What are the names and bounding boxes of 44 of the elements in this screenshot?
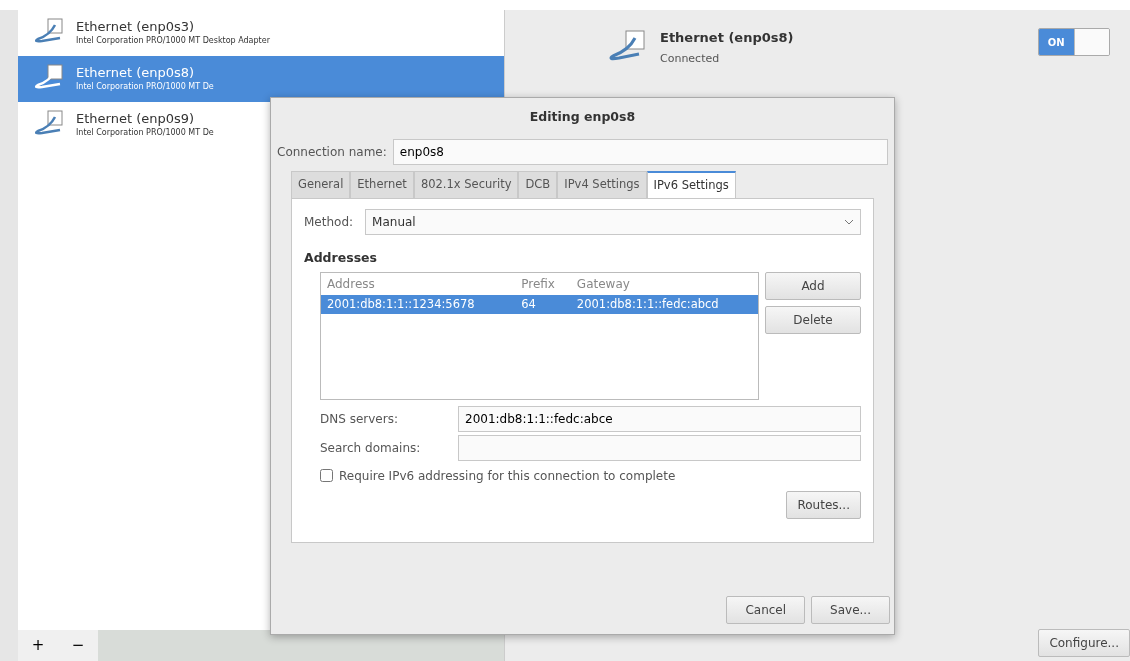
connection-title: Ethernet (enp0s8) xyxy=(660,29,794,47)
section-heading: Addresses xyxy=(304,249,378,267)
toggle-switch[interactable]: ON xyxy=(1038,28,1110,56)
tab[interactable]: Ethernet xyxy=(350,170,414,198)
checkbox-label: Require IPv6 addressing for this connection to complete xyxy=(339,467,676,485)
tab[interactable]: General xyxy=(291,170,351,198)
add-button[interactable]: Add xyxy=(765,271,861,300)
column-header: Prefix xyxy=(515,272,571,295)
checkbox[interactable] xyxy=(320,469,333,483)
adapter-name: Intel Corporation PRO/1000 MT De xyxy=(76,80,214,93)
connection-name-field[interactable]: enp0s8 xyxy=(392,138,888,165)
field-label: Method: xyxy=(304,214,354,231)
chevron-icon xyxy=(844,219,854,225)
dns-field[interactable]: 2001:db8:1:1::fedc:abce xyxy=(458,405,861,432)
save-button[interactable]: Save... xyxy=(811,596,890,624)
connection-status: Connected xyxy=(660,50,721,67)
field-label: Search domains: xyxy=(320,439,422,457)
configure-button[interactable]: Configure... xyxy=(1038,629,1130,657)
dialog-title: Editing enp0s8 xyxy=(528,108,637,126)
column-header: Address xyxy=(321,272,516,295)
tab[interactable]: IPv4 Settings xyxy=(557,170,647,198)
search-domains-field[interactable] xyxy=(458,434,861,461)
connection-name: Ethernet (enp0s3) xyxy=(76,19,196,35)
add-button[interactable]: + xyxy=(18,630,58,661)
column-header: Gateway xyxy=(570,272,758,295)
delete-button[interactable]: Delete xyxy=(765,305,861,334)
field-label: Connection name: xyxy=(277,143,387,161)
table-cell[interactable]: 2001:db8:1:1::fedc:abcd xyxy=(570,294,758,314)
method-dropdown[interactable]: Manual xyxy=(365,209,861,235)
table-cell[interactable]: 64 xyxy=(515,294,571,314)
routes-button[interactable]: Routes... xyxy=(786,490,861,519)
remove-button[interactable]: − xyxy=(58,630,98,661)
table-cell[interactable]: 2001:db8:1:1::1234:5678 xyxy=(321,294,516,314)
connection-name: Ethernet (enp0s8) xyxy=(76,65,196,81)
adapter-name: Intel Corporation PRO/1000 MT Desktop Adapter xyxy=(76,34,270,47)
connection-item[interactable]: Ethernet (enp0s3) Intel Corporation PRO/1000 MT Desktop Adapter xyxy=(18,10,504,56)
field-label: DNS servers: xyxy=(320,410,399,428)
tab[interactable]: IPv6 Settings xyxy=(646,170,736,198)
tab[interactable]: 802.1x Security xyxy=(413,170,519,198)
adapter-name: Intel Corporation PRO/1000 MT De xyxy=(76,126,214,139)
connection-item[interactable]: Ethernet (enp0s8) Intel Corporation PRO/1000 MT De xyxy=(18,56,504,102)
cancel-button[interactable]: Cancel xyxy=(726,596,806,624)
tab[interactable]: DCB xyxy=(518,170,558,198)
connection-name: Ethernet (enp0s9) xyxy=(76,111,196,127)
